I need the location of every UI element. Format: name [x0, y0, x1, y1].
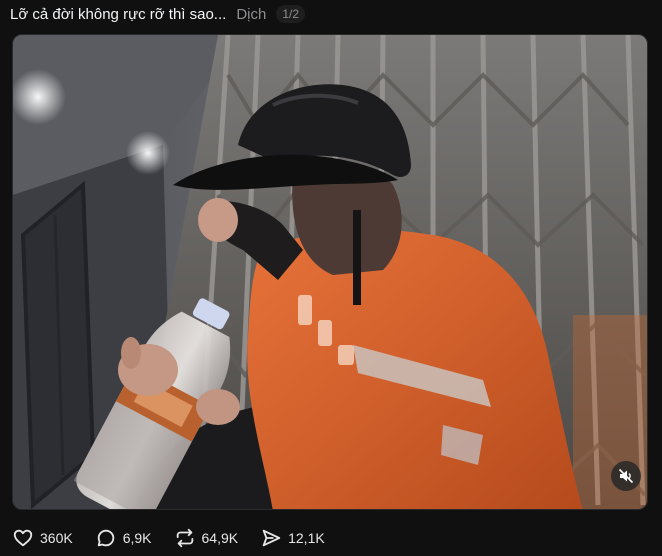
post: Lỡ cả đời không rực rỡ thì sao... Dịch 1… — [0, 0, 662, 556]
send-icon — [262, 529, 281, 547]
heart-icon — [13, 529, 33, 547]
post-photo[interactable] — [12, 34, 648, 510]
media-page-indicator: 1/2 — [276, 5, 306, 23]
speaker-muted-icon — [618, 468, 634, 484]
photo-illustration — [13, 35, 647, 509]
repost-button[interactable]: 64,9K — [174, 527, 239, 549]
caption-row: Lỡ cả đời không rực rỡ thì sao... Dịch 1… — [10, 2, 306, 26]
comment-icon — [97, 529, 114, 547]
reply-button[interactable]: 6,9K — [95, 527, 152, 549]
share-button[interactable]: 12,1K — [260, 527, 325, 549]
repost-count: 64,9K — [201, 530, 239, 546]
post-caption: Lỡ cả đời không rực rỡ thì sao... — [10, 5, 227, 23]
repost-icon — [176, 528, 193, 548]
reply-count: 6,9K — [122, 530, 152, 546]
post-actions: 360K 6,9K 64,9K 12,1K — [12, 525, 325, 551]
like-button[interactable]: 360K — [12, 527, 73, 549]
like-count: 360K — [40, 530, 73, 546]
mute-toggle-button[interactable] — [611, 461, 641, 491]
translate-link[interactable]: Dịch — [236, 6, 266, 23]
share-count: 12,1K — [288, 530, 325, 546]
